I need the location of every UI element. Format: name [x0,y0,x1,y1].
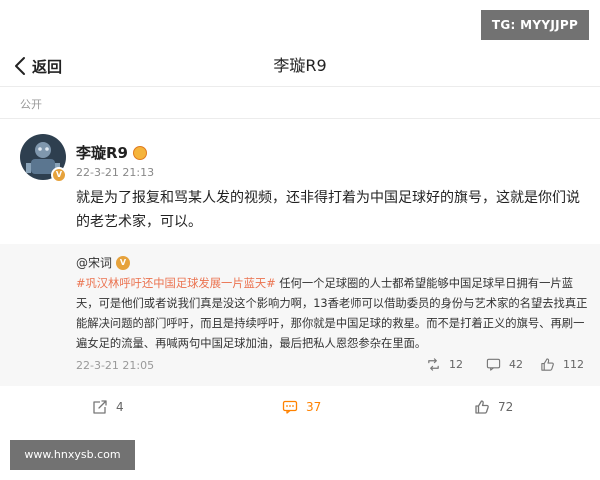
comment-icon [282,400,298,414]
nav-divider [0,86,600,87]
repost-count: 4 [116,400,124,414]
like-button[interactable]: 72 [474,396,513,418]
repost-icon [428,358,439,371]
medal-icon [133,145,147,160]
post-time: 22-3-21 21:13 [76,166,155,179]
like-count: 72 [498,400,514,414]
repost-likes-count: 112 [563,358,584,371]
thumbs-up-icon [541,358,554,371]
repost-text: #巩汉林呼吁还中国足球发展一片蓝天# 任何一个足球圈的人士都希望能够中国足球早日… [76,274,588,354]
section-divider [0,118,600,119]
repost-likes[interactable]: 112 [540,357,584,372]
watermark-top: TG: MYYJJPP [481,10,589,40]
repost-author[interactable]: @宋词 V [76,254,131,271]
verified-badge-icon: V [116,255,131,270]
repost-author-name[interactable]: @宋词 [76,254,112,271]
repost-button[interactable]: 4 [92,396,124,418]
topic-link[interactable]: #巩汉林呼吁还中国足球发展一片蓝天# [76,277,276,290]
comment-icon [486,358,501,371]
post-text: 就是为了报复和骂某人发的视频，还非得打着为中国足球好的旗号，这就是你们说的老艺术… [76,190,580,230]
verified-badge-icon: V [51,167,67,183]
post-author[interactable]: 李璇R9 [76,142,147,163]
repost-reposts[interactable]: 12 [426,357,463,372]
thumbs-up-icon [475,400,489,414]
nav-bar: 返回 李璇R9 [0,46,600,86]
comment-count: 37 [306,400,322,414]
repost-reposts-count: 12 [449,358,463,371]
repost-time: 22-3-21 21:05 [76,359,155,372]
page-title: 李璇R9 [273,56,327,75]
watermark-bottom: www.hnxysb.com [10,440,135,470]
repost-card[interactable]: @宋词 V #巩汉林呼吁还中国足球发展一片蓝天# 任何一个足球圈的人士都希望能够… [0,244,600,386]
repost-comments[interactable]: 42 [486,357,523,372]
repost-comments-count: 42 [509,358,523,371]
visibility-label: 公开 [20,98,42,111]
share-icon [93,400,107,414]
author-name[interactable]: 李璇R9 [76,142,128,163]
comment-button[interactable]: 37 [282,396,321,418]
